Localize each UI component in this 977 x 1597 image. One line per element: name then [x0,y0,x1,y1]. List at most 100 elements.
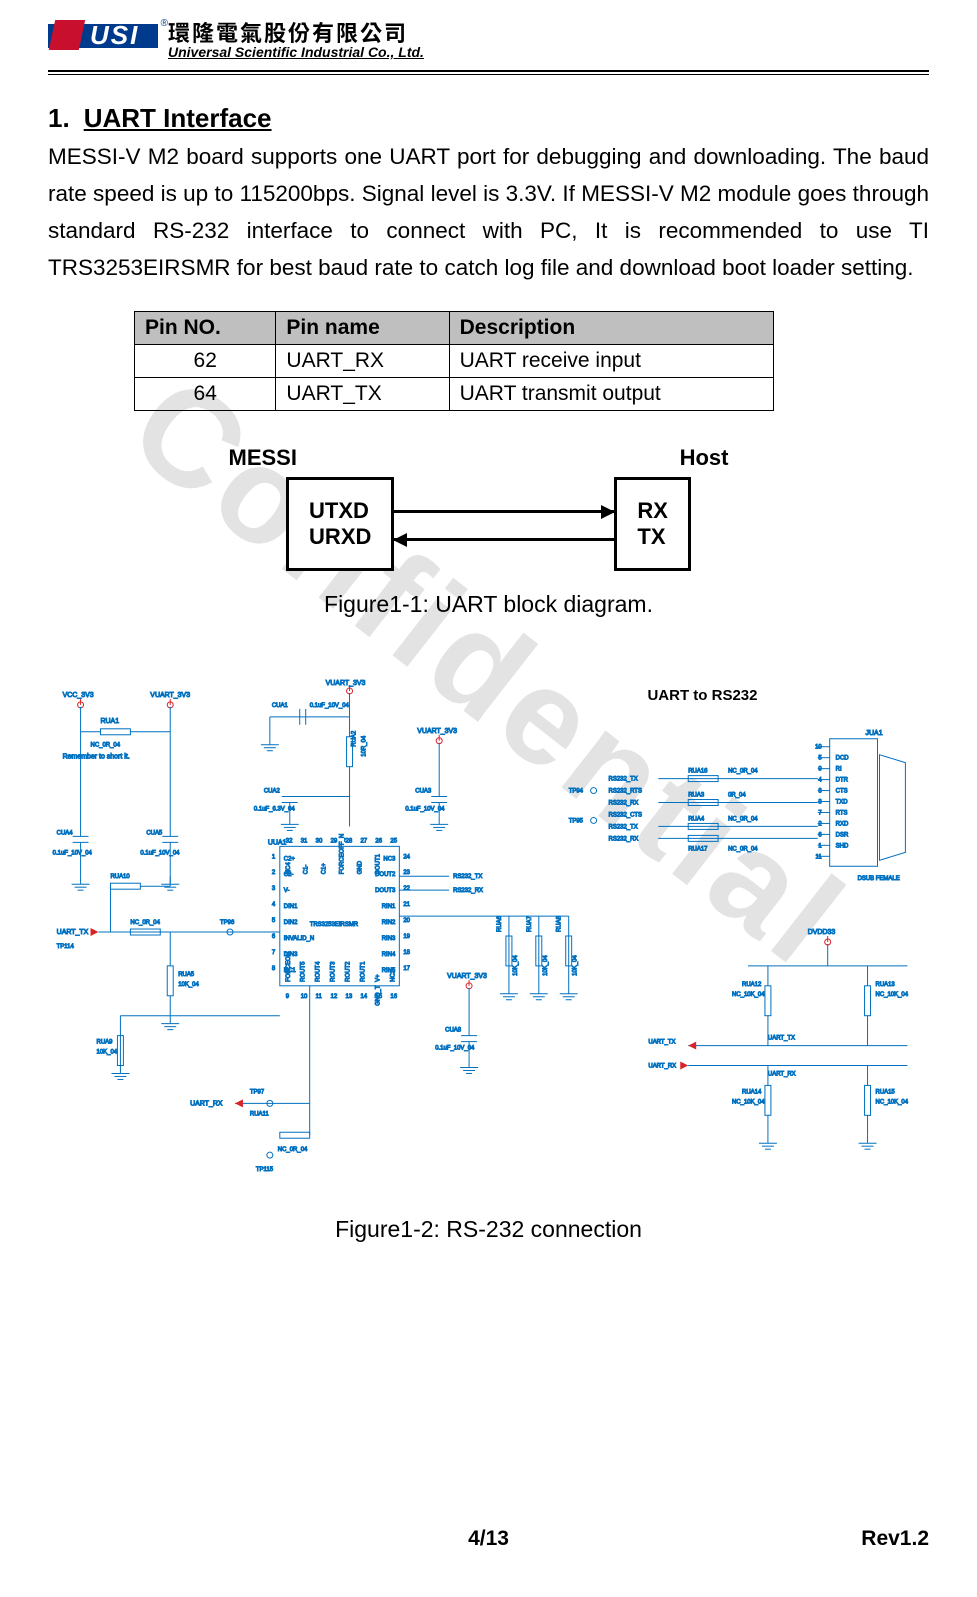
figure-1-1: MESSI Host UTXD URXD RX TX [199,445,779,572]
ref-rua6: RUA6 [496,916,502,933]
net-vcc3v3: VCC_3V3 [62,692,93,699]
pin-desc: UART receive input [449,344,773,377]
val-rua9: 10K_04 [96,1050,117,1056]
ref-cua5: CUA5 [146,831,163,837]
svg-text:14: 14 [360,994,367,1000]
net-uart-rx-mid: UART_RX [767,1072,795,1078]
svg-text:6: 6 [818,833,822,839]
logo-en-name: Universal Scientific Industrial Co., Ltd… [168,44,424,60]
ic-part: TRS3253EIRSMR [309,922,358,928]
ref-tp97: TP97 [249,1090,264,1096]
svg-text:30: 30 [315,839,322,845]
logo-reg-mark: ® [161,18,168,29]
ref-cua4: CUA4 [56,831,73,837]
net-uart-tx-r: UART_TX [648,1040,675,1046]
svg-text:RIN3: RIN3 [381,936,395,942]
svg-text:RTS: RTS [835,811,847,817]
svg-text:29: 29 [330,839,337,845]
pin-name: UART_RX [276,344,449,377]
ref-tp95: TP95 [568,819,583,825]
figure-1-2-schematic: UART to RS232 [49,676,929,1196]
revision: Rev1.2 [861,1527,929,1551]
fig1-wires [394,486,614,562]
section-body: MESSI-V M2 board supports one UART port … [48,138,929,287]
ref-cua2: CUA2 [263,789,280,795]
section-heading: 1. UART Interface [48,103,929,134]
net-vuart-2: VUART_3V3 [325,680,365,687]
ref-rua17: RUA17 [688,847,708,853]
net-rs232-rx-2: RS232_RX [608,837,638,843]
svg-text:NC2: NC2 [390,969,396,982]
svg-text:5: 5 [271,918,275,924]
svg-text:2: 2 [271,871,275,877]
ref-cua3: CUA3 [415,789,432,795]
schematic-svg: VCC_3V3 VUART_3V3 RUA1 NC_0R_04 Remember… [50,677,928,1195]
ref-cua1: CUA1 [271,703,288,709]
table-row: 62 UART_RX UART receive input [135,344,774,377]
ref-rua13: RUA13 [875,982,895,988]
svg-text:10: 10 [815,745,822,751]
table-row: 64 UART_TX UART transmit output [135,377,774,410]
svg-text:4: 4 [271,902,275,908]
svg-text:7: 7 [818,811,822,817]
val-rua4: NC_0R_04 [728,817,758,823]
svg-text:17: 17 [403,966,410,972]
ref-tp94: TP94 [568,789,583,795]
ref-cua8: CUA8 [445,1028,462,1034]
svg-text:32: 32 [285,839,292,845]
svg-text:C1-: C1- [303,865,309,875]
val-rua12: NC_10K_04 [732,992,765,998]
svg-text:13: 13 [345,994,352,1000]
ref-rua5: RUA5 [178,972,195,978]
svg-text:20: 20 [403,918,410,924]
svg-text:DSR: DSR [835,833,848,839]
fig1-left-label: MESSI [229,445,297,471]
pin-no: 62 [135,344,276,377]
gnd-t: GND_T [375,985,381,1006]
svg-text:FORCEON: FORCEON [285,952,291,982]
svg-text:3: 3 [818,800,822,806]
ref-rua9: RUA9 [96,1040,113,1046]
pin-table: Pin NO. Pin name Description 62 UART_RX … [134,311,774,411]
ref-tp115: TP115 [255,1167,273,1173]
logo-usi-text: USI [90,20,139,51]
net-dvdd33: DVDD33 [807,929,835,936]
svg-text:DCD: DCD [835,756,849,762]
pin-table-h0: Pin NO. [135,311,276,344]
net-rs232-tx-ic: RS232_TX [453,875,482,881]
page-number: 4/13 [468,1527,509,1551]
ref-rua7: RUA7 [526,916,532,933]
val-rua13: NC_10K_04 [875,992,908,998]
figure-1-1-caption: Figure1-1: UART block diagram. [48,591,929,618]
ref-rua1: RUA1 [100,718,119,725]
pin-no: 64 [135,377,276,410]
net-uart-tx-l: UART_TX [56,929,88,936]
svg-text:8: 8 [818,789,822,795]
net-rs232-rx-ic: RS232_RX [453,888,483,894]
svg-text:C2+: C2+ [283,857,295,863]
ref-jua1: JUA1 [865,730,882,737]
val-rua7: 10K_04 [542,955,548,976]
val-rua8: 10K_04 [572,955,578,976]
ic-ref: UUA1 [267,840,286,847]
svg-text:27: 27 [360,839,367,845]
svg-text:C2-: C2- [283,873,293,879]
svg-text:24: 24 [403,855,410,861]
net-uart-rx-l: UART_RX [190,1101,223,1108]
svg-text:19: 19 [403,934,410,940]
header: USI ® 環隆電氣股份有限公司 Universal Scientific In… [48,18,929,66]
net-uart-rx-r: UART_RX [648,1064,676,1070]
pin-name: UART_TX [276,377,449,410]
ref-rua8: RUA8 [556,916,562,933]
svg-text:TXD: TXD [835,800,848,806]
svg-text:22: 22 [403,886,410,892]
ref-rua3: RUA3 [688,793,705,799]
svg-text:6: 6 [271,934,275,940]
svg-text:DIN1: DIN1 [283,904,297,910]
val-rua14: NC_10K_04 [732,1100,765,1106]
svg-text:18: 18 [403,950,410,956]
svg-text:ROUT3: ROUT3 [330,961,336,982]
svg-text:26: 26 [375,839,382,845]
pin-table-h1: Pin name [276,311,449,344]
ref-rua16: RUA16 [688,769,708,775]
